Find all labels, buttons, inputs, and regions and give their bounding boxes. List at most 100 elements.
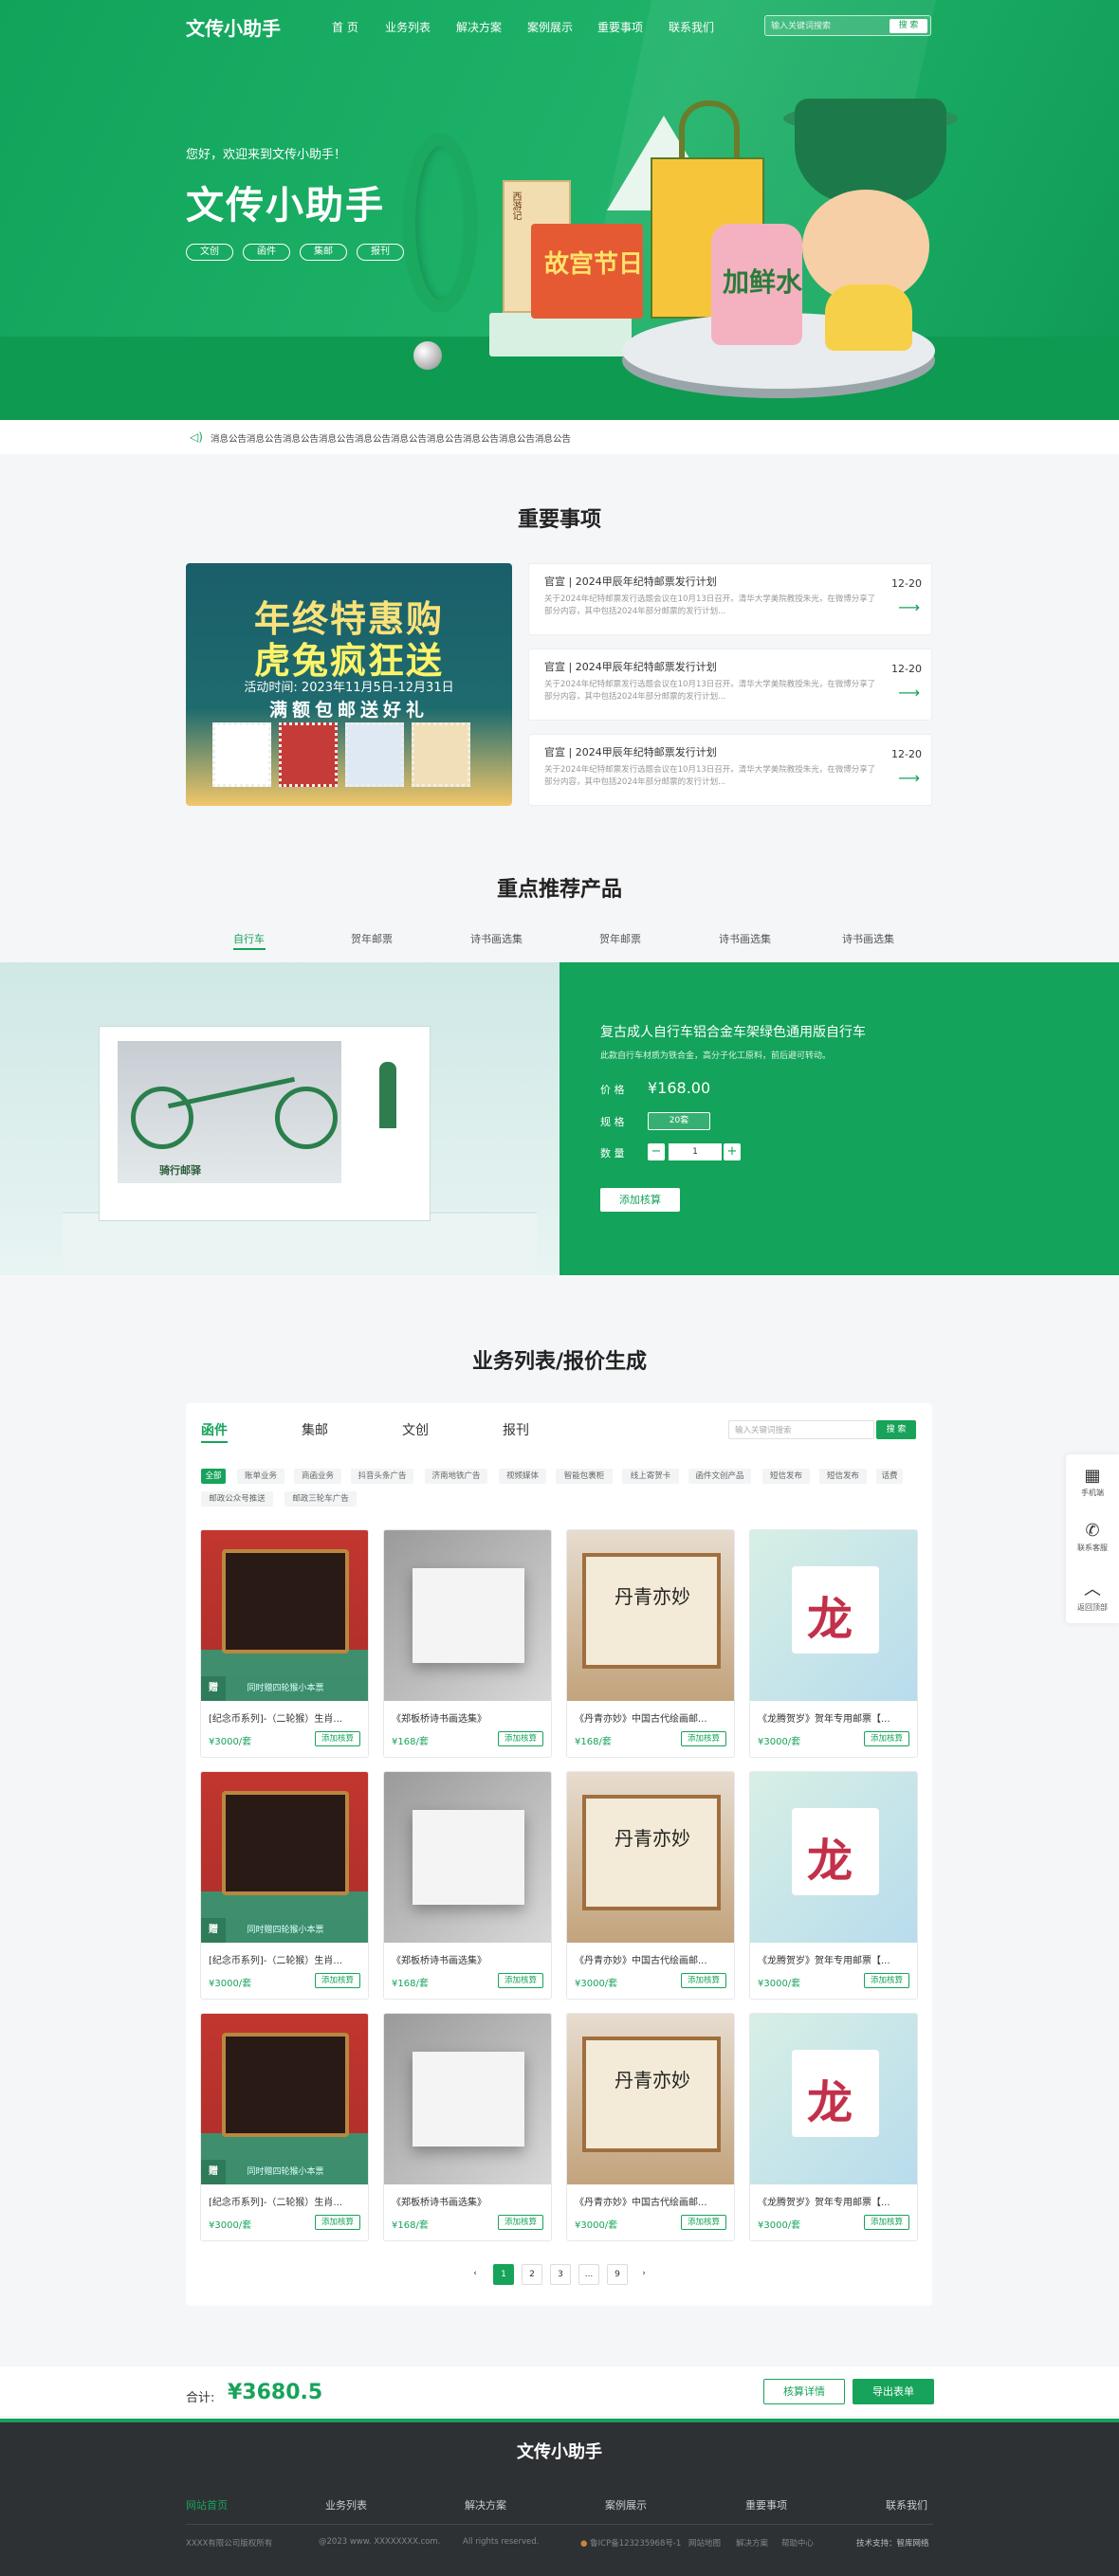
product-image[interactable] [384,1530,551,1701]
biz-tab-baokan[interactable]: 报刊 [503,1420,529,1439]
biz-tab-wenchuang[interactable]: 文创 [402,1420,429,1439]
header-search-input[interactable] [771,19,885,33]
nav-important[interactable]: 重要事项 [597,19,643,35]
float-top[interactable]: ︿ 返回顶部 [1066,1576,1119,1613]
add-calc-button[interactable]: 添加核算 [498,1973,543,1988]
add-calc-button[interactable]: 添加核算 [315,1973,360,1988]
filter-chip[interactable]: 线上寄贺卡 [622,1469,679,1484]
news-item[interactable]: 官宣 | 2024甲辰年纪特邮票发行计划 关于2024年纪特邮票发行选题会议在1… [528,563,932,635]
product-image[interactable]: 赠 同时赠四轮猴小本票 [201,1772,368,1943]
filter-chip[interactable]: 济南地铁广告 [425,1469,487,1484]
footer-link-important[interactable]: 重要事项 [745,2497,787,2512]
filter-chip[interactable]: 短信发布 [819,1469,867,1484]
tab-poetry-collection[interactable]: 诗书画选集 [470,931,523,946]
arrow-right-icon[interactable]: ⟶ [898,769,920,787]
product-card[interactable]: 《郑板桥诗书画选集》 ¥168/套 添加核算 [383,1529,552,1758]
product-card[interactable]: 赠 同时赠四轮猴小本票 [纪念币系列]-（二轮猴）生肖... ¥3000/套 添加… [200,1529,369,1758]
product-card[interactable]: 龙 《龙腾贺岁》贺年专用邮票【... ¥3000/套 添加核算 [749,1529,918,1758]
filter-chip[interactable]: 账单业务 [237,1469,284,1484]
footer-link-business[interactable]: 业务列表 [325,2497,367,2512]
qty-plus-button[interactable]: + [724,1143,741,1160]
product-title[interactable]: [纪念币系列]-（二轮猴）生肖... [209,2194,362,2208]
product-title[interactable]: 《丹青亦妙》中国古代绘画邮... [575,1710,728,1725]
tab-poetry-collection[interactable]: 诗书画选集 [842,931,894,946]
footer-link-contact[interactable]: 联系我们 [886,2497,927,2512]
header-search-button[interactable]: 搜 索 [890,19,927,33]
arrow-right-icon[interactable]: ⟶ [898,684,920,702]
product-card[interactable]: 龙 《龙腾贺岁》贺年专用邮票【... ¥3000/套 添加核算 [749,2013,918,2241]
spec-option[interactable]: 20套 [648,1112,710,1130]
tab-poetry-collection[interactable]: 诗书画选集 [719,931,771,946]
add-calc-button[interactable]: 添加核算 [498,1731,543,1746]
news-title[interactable]: 官宣 | 2024甲辰年纪特邮票发行计划 [544,659,717,674]
product-image[interactable]: 丹青亦妙 [567,1530,734,1701]
product-title[interactable]: 《丹青亦妙》中国古代绘画邮... [575,2194,728,2208]
footer-link-help[interactable]: 帮助中心 [781,2537,814,2549]
add-calc-button[interactable]: 添加核算 [864,1731,909,1746]
product-image[interactable]: 龙 [750,2014,917,2184]
product-card[interactable]: 丹青亦妙 《丹青亦妙》中国古代绘画邮... ¥168/套 添加核算 [566,1529,735,1758]
product-title[interactable]: 《丹青亦妙》中国古代绘画邮... [575,1952,728,1966]
nav-cases[interactable]: 案例展示 [527,19,573,35]
promo-banner[interactable]: 年终特惠购 虎兔疯狂送 活动时间: 2023年11月5日-12月31日 满额包邮… [186,563,512,806]
biz-tab-jiyou[interactable]: 集邮 [302,1420,328,1439]
footer-link-solutions[interactable]: 解决方案 [465,2497,506,2512]
float-mobile[interactable]: ▦ 手机端 [1066,1466,1119,1498]
biz-search-input[interactable] [735,1424,868,1436]
product-title[interactable]: 《龙腾贺岁》贺年专用邮票【... [758,2194,911,2208]
filter-chip[interactable]: 智能包裹柜 [556,1469,613,1484]
product-title[interactable]: [纪念币系列]-（二轮猴）生肖... [209,1710,362,1725]
tab-new-year-stamp[interactable]: 贺年邮票 [351,931,393,946]
product-image[interactable]: 龙 [750,1772,917,1943]
filter-chip[interactable]: 视频媒体 [499,1469,546,1484]
page-number-button[interactable]: 1 [493,2264,514,2285]
filter-chip[interactable]: 话费 [876,1469,903,1484]
filter-chip[interactable]: 函件文创产品 [688,1469,751,1484]
news-title[interactable]: 官宣 | 2024甲辰年纪特邮票发行计划 [544,744,717,759]
tab-new-year-stamp[interactable]: 贺年邮票 [599,931,641,946]
export-form-button[interactable]: 导出表单 [853,2379,934,2404]
news-title[interactable]: 官宣 | 2024甲辰年纪特邮票发行计划 [544,574,717,589]
footer-link-cases[interactable]: 案例展示 [605,2497,647,2512]
filter-chip[interactable]: 商函业务 [294,1469,341,1484]
hero-pill-wenchuang[interactable]: 文创 [186,244,233,261]
float-contact[interactable]: ✆ 联系客服 [1066,1521,1119,1553]
product-image[interactable] [384,2014,551,2184]
calc-detail-button[interactable]: 核算详情 [763,2379,845,2404]
add-calc-button[interactable]: 添加核算 [681,2215,726,2230]
hero-pill-baokan[interactable]: 报刊 [357,244,404,261]
add-calc-button[interactable]: 添加核算 [864,1973,909,1988]
product-card[interactable]: 赠 同时赠四轮猴小本票 [纪念币系列]-（二轮猴）生肖... ¥3000/套 添加… [200,2013,369,2241]
nav-home[interactable]: 首 页 [332,19,358,35]
footer-link-solutions-small[interactable]: 解决方案 [736,2537,768,2549]
product-image[interactable]: 赠 同时赠四轮猴小本票 [201,2014,368,2184]
page-number-button[interactable]: 2 [522,2264,542,2285]
arrow-right-icon[interactable]: ⟶ [898,598,920,616]
add-calc-button[interactable]: 添加核算 [864,2215,909,2230]
qty-minus-button[interactable]: − [648,1143,665,1160]
biz-tab-hanjian[interactable]: 函件 [201,1420,228,1439]
product-image[interactable] [384,1772,551,1943]
tab-bicycle[interactable]: 自行车 [233,931,265,946]
footer-icp[interactable]: ● 鲁ICP备123235968号-1 [580,2537,681,2549]
add-calc-button[interactable]: 添加核算 [315,2215,360,2230]
product-image[interactable]: 龙 [750,1530,917,1701]
product-card[interactable]: 《郑板桥诗书画选集》 ¥168/套 添加核算 [383,1771,552,2000]
filter-chip[interactable]: 全部 [201,1469,226,1484]
add-calc-button[interactable]: 添加核算 [498,2215,543,2230]
product-card[interactable]: 丹青亦妙 《丹青亦妙》中国古代绘画邮... ¥3000/套 添加核算 [566,1771,735,2000]
notice-text[interactable]: 消息公告消息公告消息公告消息公告消息公告消息公告消息公告消息公告消息公告消息公告 [211,431,571,445]
filter-chip[interactable]: 短信发布 [762,1469,810,1484]
page-number-button[interactable]: 3 [550,2264,571,2285]
biz-search-button[interactable]: 搜 索 [876,1420,916,1439]
page-number-button[interactable]: 9 [607,2264,628,2285]
product-image[interactable]: 丹青亦妙 [567,1772,734,1943]
product-title[interactable]: 《郑板桥诗书画选集》 [392,1952,545,1966]
nav-solutions[interactable]: 解决方案 [456,19,502,35]
filter-chip[interactable]: 抖音头条广告 [351,1469,413,1484]
product-card[interactable]: 赠 同时赠四轮猴小本票 [纪念币系列]-（二轮猴）生肖... ¥3000/套 添加… [200,1771,369,2000]
page-prev-button[interactable]: ‹ [465,2264,486,2285]
product-title[interactable]: 《龙腾贺岁》贺年专用邮票【... [758,1710,911,1725]
product-image[interactable]: 赠 同时赠四轮猴小本票 [201,1530,368,1701]
nav-contact[interactable]: 联系我们 [669,19,714,35]
